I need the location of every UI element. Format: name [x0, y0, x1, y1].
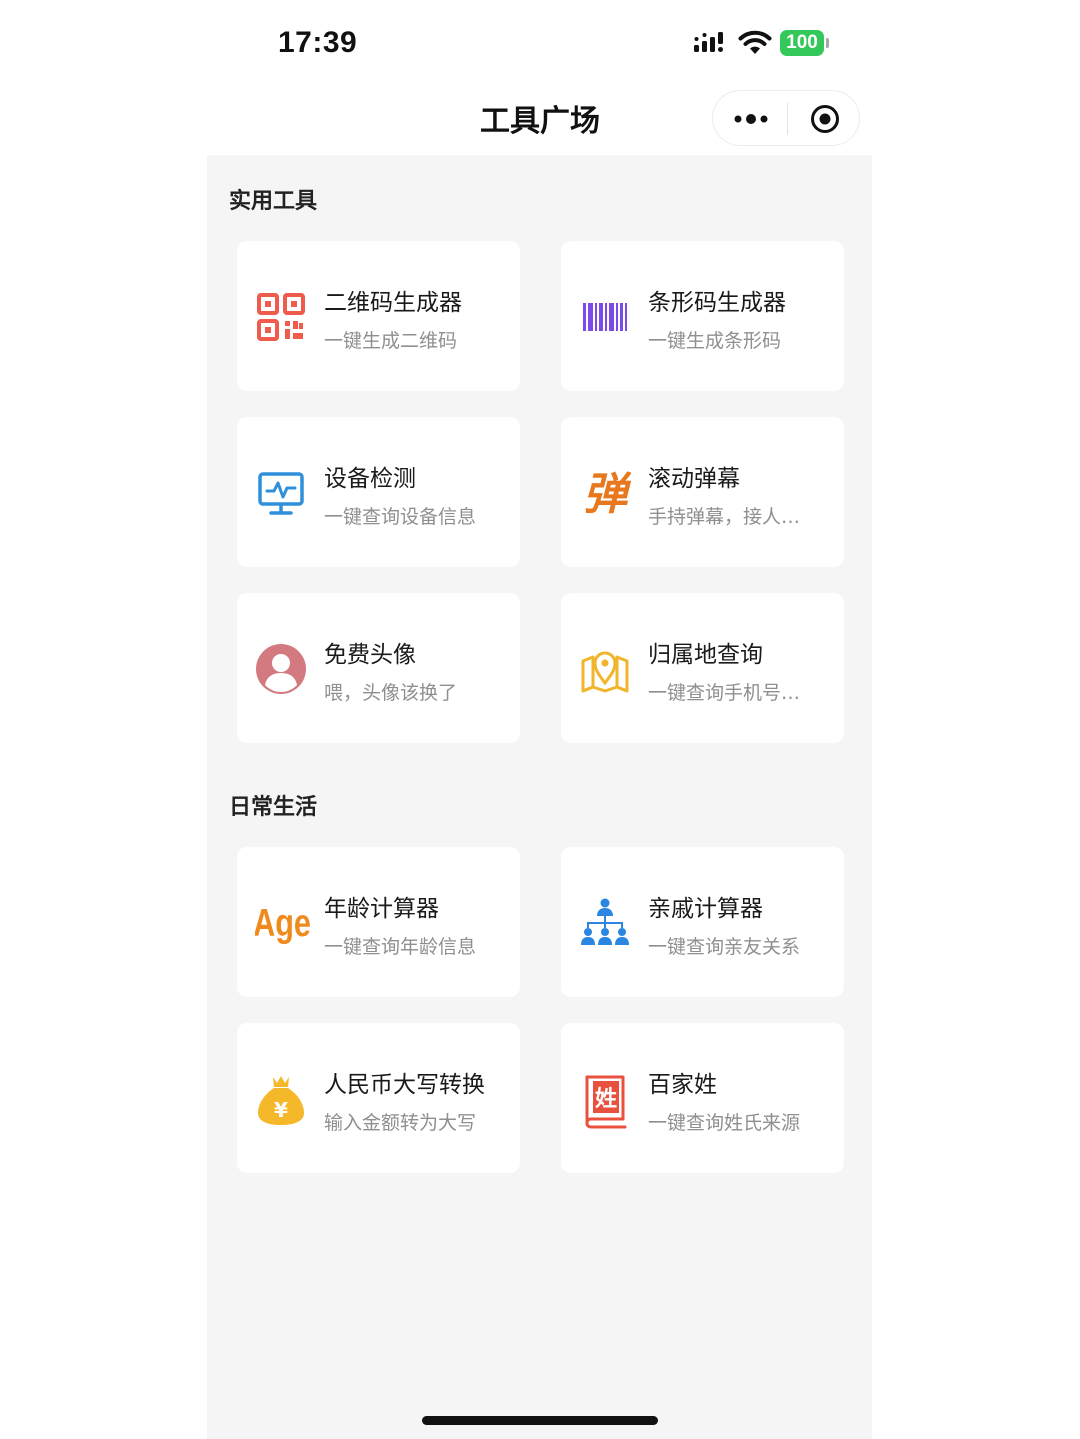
capsule-divider	[787, 103, 788, 135]
tool-card-qr-code[interactable]: 二维码生成器 一键生成二维码	[237, 241, 520, 391]
tool-card-avatar[interactable]: 免费头像 喂，头像该换了	[237, 593, 520, 743]
card-subtitle: 手持弹幕，接人…	[648, 506, 801, 528]
card-subtitle: 一键生成条形码	[648, 330, 782, 352]
card-title: 人民币大写转换	[324, 1072, 485, 1098]
svg-text:弹: 弹	[583, 469, 631, 519]
danmaku-char-icon: 弹	[579, 467, 632, 520]
battery-tip	[826, 38, 829, 48]
surname-book-icon: 姓	[579, 1073, 631, 1129]
tool-card-danmaku[interactable]: 弹 滚动弹幕 手持弹幕，接人…	[561, 417, 844, 567]
card-title: 归属地查询	[648, 642, 763, 668]
home-indicator[interactable]	[422, 1416, 658, 1425]
mini-program-capsule	[712, 90, 860, 146]
svg-text:¥: ¥	[274, 1098, 288, 1122]
card-subtitle: 输入金额转为大写	[324, 1112, 477, 1134]
monitor-pulse-icon	[255, 467, 307, 519]
tool-card-barcode[interactable]: 条形码生成器 一键生成条形码	[561, 241, 844, 391]
avatar-icon	[255, 643, 307, 695]
card-subtitle: 喂，头像该换了	[324, 682, 458, 704]
svg-text:姓: 姓	[595, 1086, 617, 1112]
card-title: 亲戚计算器	[648, 896, 763, 922]
card-subtitle: 一键查询姓氏来源	[648, 1112, 801, 1134]
more-dots-icon[interactable]	[733, 109, 769, 129]
qr-code-icon	[255, 291, 307, 343]
money-bag-icon: ¥	[255, 1073, 307, 1125]
card-subtitle: 一键查询年龄信息	[324, 936, 477, 958]
card-title: 滚动弹幕	[648, 466, 740, 492]
battery-icon: 100	[780, 30, 824, 56]
card-title: 百家姓	[648, 1072, 717, 1098]
card-title: 设备检测	[324, 466, 416, 492]
svg-text:Age: Age	[255, 902, 311, 945]
tool-card-relative-calculator[interactable]: 亲戚计算器 一键查询亲友关系	[561, 847, 844, 997]
target-circle-icon[interactable]	[809, 103, 841, 135]
card-title: 免费头像	[324, 642, 416, 668]
card-title: 条形码生成器	[648, 290, 786, 316]
card-subtitle: 一键查询设备信息	[324, 506, 477, 528]
tool-card-age-calculator[interactable]: Age 年龄计算器 一键查询年龄信息	[237, 847, 520, 997]
page-title: 工具广场	[480, 104, 600, 139]
section-title-daily: 日常生活	[229, 795, 318, 820]
map-pin-icon	[579, 643, 631, 695]
tool-card-rmb-uppercase[interactable]: ¥ 人民币大写转换 输入金额转为大写	[237, 1023, 520, 1173]
card-title: 年龄计算器	[324, 896, 439, 922]
barcode-icon	[579, 291, 631, 343]
card-subtitle: 一键查询亲友关系	[648, 936, 801, 958]
card-title: 二维码生成器	[324, 290, 462, 316]
status-bar: 17:39 100	[0, 0, 1080, 88]
cellular-signal-icon	[693, 30, 729, 58]
age-text-icon: Age	[253, 897, 311, 949]
tool-panel: 实用工具 二维码生成器 一键生成二维码 条形码生成器 一键生成条形码 设备检测 …	[207, 155, 872, 1439]
card-subtitle: 一键生成二维码	[324, 330, 458, 352]
card-subtitle: 一键查询手机号…	[648, 682, 801, 704]
tool-card-device-check[interactable]: 设备检测 一键查询设备信息	[237, 417, 520, 567]
wifi-icon	[738, 30, 772, 60]
status-time: 17:39	[278, 26, 358, 59]
tool-card-location-lookup[interactable]: 归属地查询 一键查询手机号…	[561, 593, 844, 743]
org-chart-icon	[579, 897, 631, 949]
section-title-practical: 实用工具	[229, 189, 318, 214]
tool-card-surnames[interactable]: 姓 百家姓 一键查询姓氏来源	[561, 1023, 844, 1173]
